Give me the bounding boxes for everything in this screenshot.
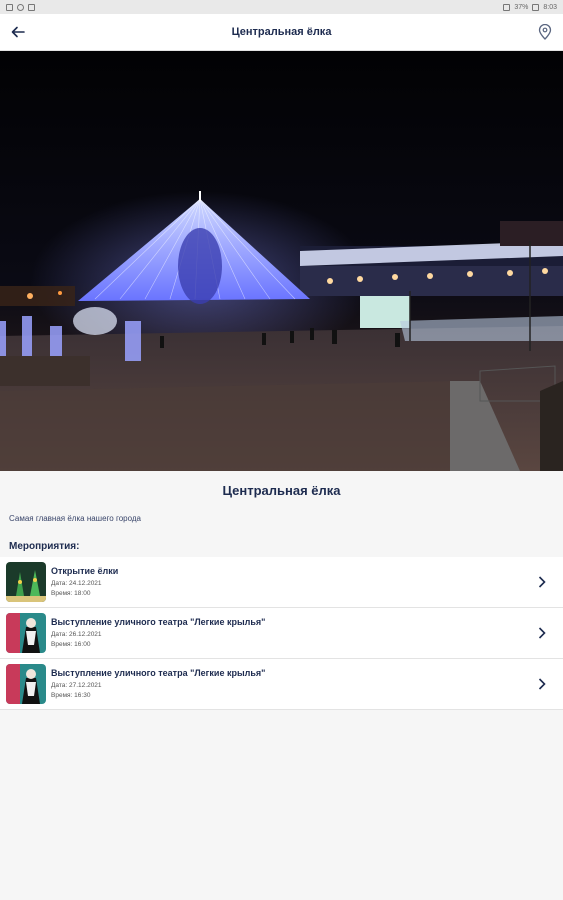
events-heading: Мероприятия:	[9, 541, 80, 552]
event-time: Время: 16:00	[51, 640, 91, 648]
event-thumbnail	[6, 664, 46, 704]
event-item[interactable]: Открытие ёлки Дата: 24.12.2021 Время: 18…	[0, 557, 563, 608]
place-photo	[0, 51, 563, 471]
place-description: Самая главная ёлка нашего города	[9, 514, 141, 523]
event-item[interactable]: Выступление уличного театра "Легкие крыл…	[0, 659, 563, 710]
event-name: Открытие ёлки	[51, 565, 119, 576]
page-title: Центральная ёлка	[231, 26, 332, 38]
event-date: Дата: 26.12.2021	[51, 630, 102, 638]
event-name: Выступление уличного театра "Легкие крыл…	[51, 667, 266, 678]
place-title: Центральная ёлка	[222, 483, 341, 498]
app-bar: Центральная ёлка	[0, 14, 563, 51]
signal-icon	[503, 3, 511, 11]
chevron-right-icon	[535, 625, 549, 641]
event-date: Дата: 27.12.2021	[51, 681, 102, 689]
event-time: Время: 16:30	[51, 691, 91, 699]
event-thumbnail	[6, 613, 46, 653]
event-item[interactable]: Выступление уличного театра "Легкие крыл…	[0, 608, 563, 659]
event-time: Время: 18:00	[51, 589, 91, 597]
event-thumbnail	[6, 562, 46, 602]
battery-level: 37%	[514, 3, 529, 11]
media-icon	[28, 3, 35, 11]
clock: 8:03	[543, 3, 557, 11]
back-button[interactable]	[6, 20, 30, 44]
status-bar: 37% 8:03	[0, 0, 563, 14]
event-date: Дата: 24.12.2021	[51, 579, 102, 587]
arrow-left-icon	[11, 26, 25, 38]
map-pin-icon	[538, 24, 552, 40]
chevron-right-icon	[535, 676, 549, 692]
sync-icon	[17, 3, 24, 11]
events-list: Открытие ёлки Дата: 24.12.2021 Время: 18…	[0, 557, 563, 710]
battery-icon	[532, 3, 540, 11]
location-button[interactable]	[533, 20, 557, 44]
notification-icon	[6, 3, 13, 11]
chevron-right-icon	[535, 574, 549, 590]
event-name: Выступление уличного театра "Легкие крыл…	[51, 616, 266, 627]
